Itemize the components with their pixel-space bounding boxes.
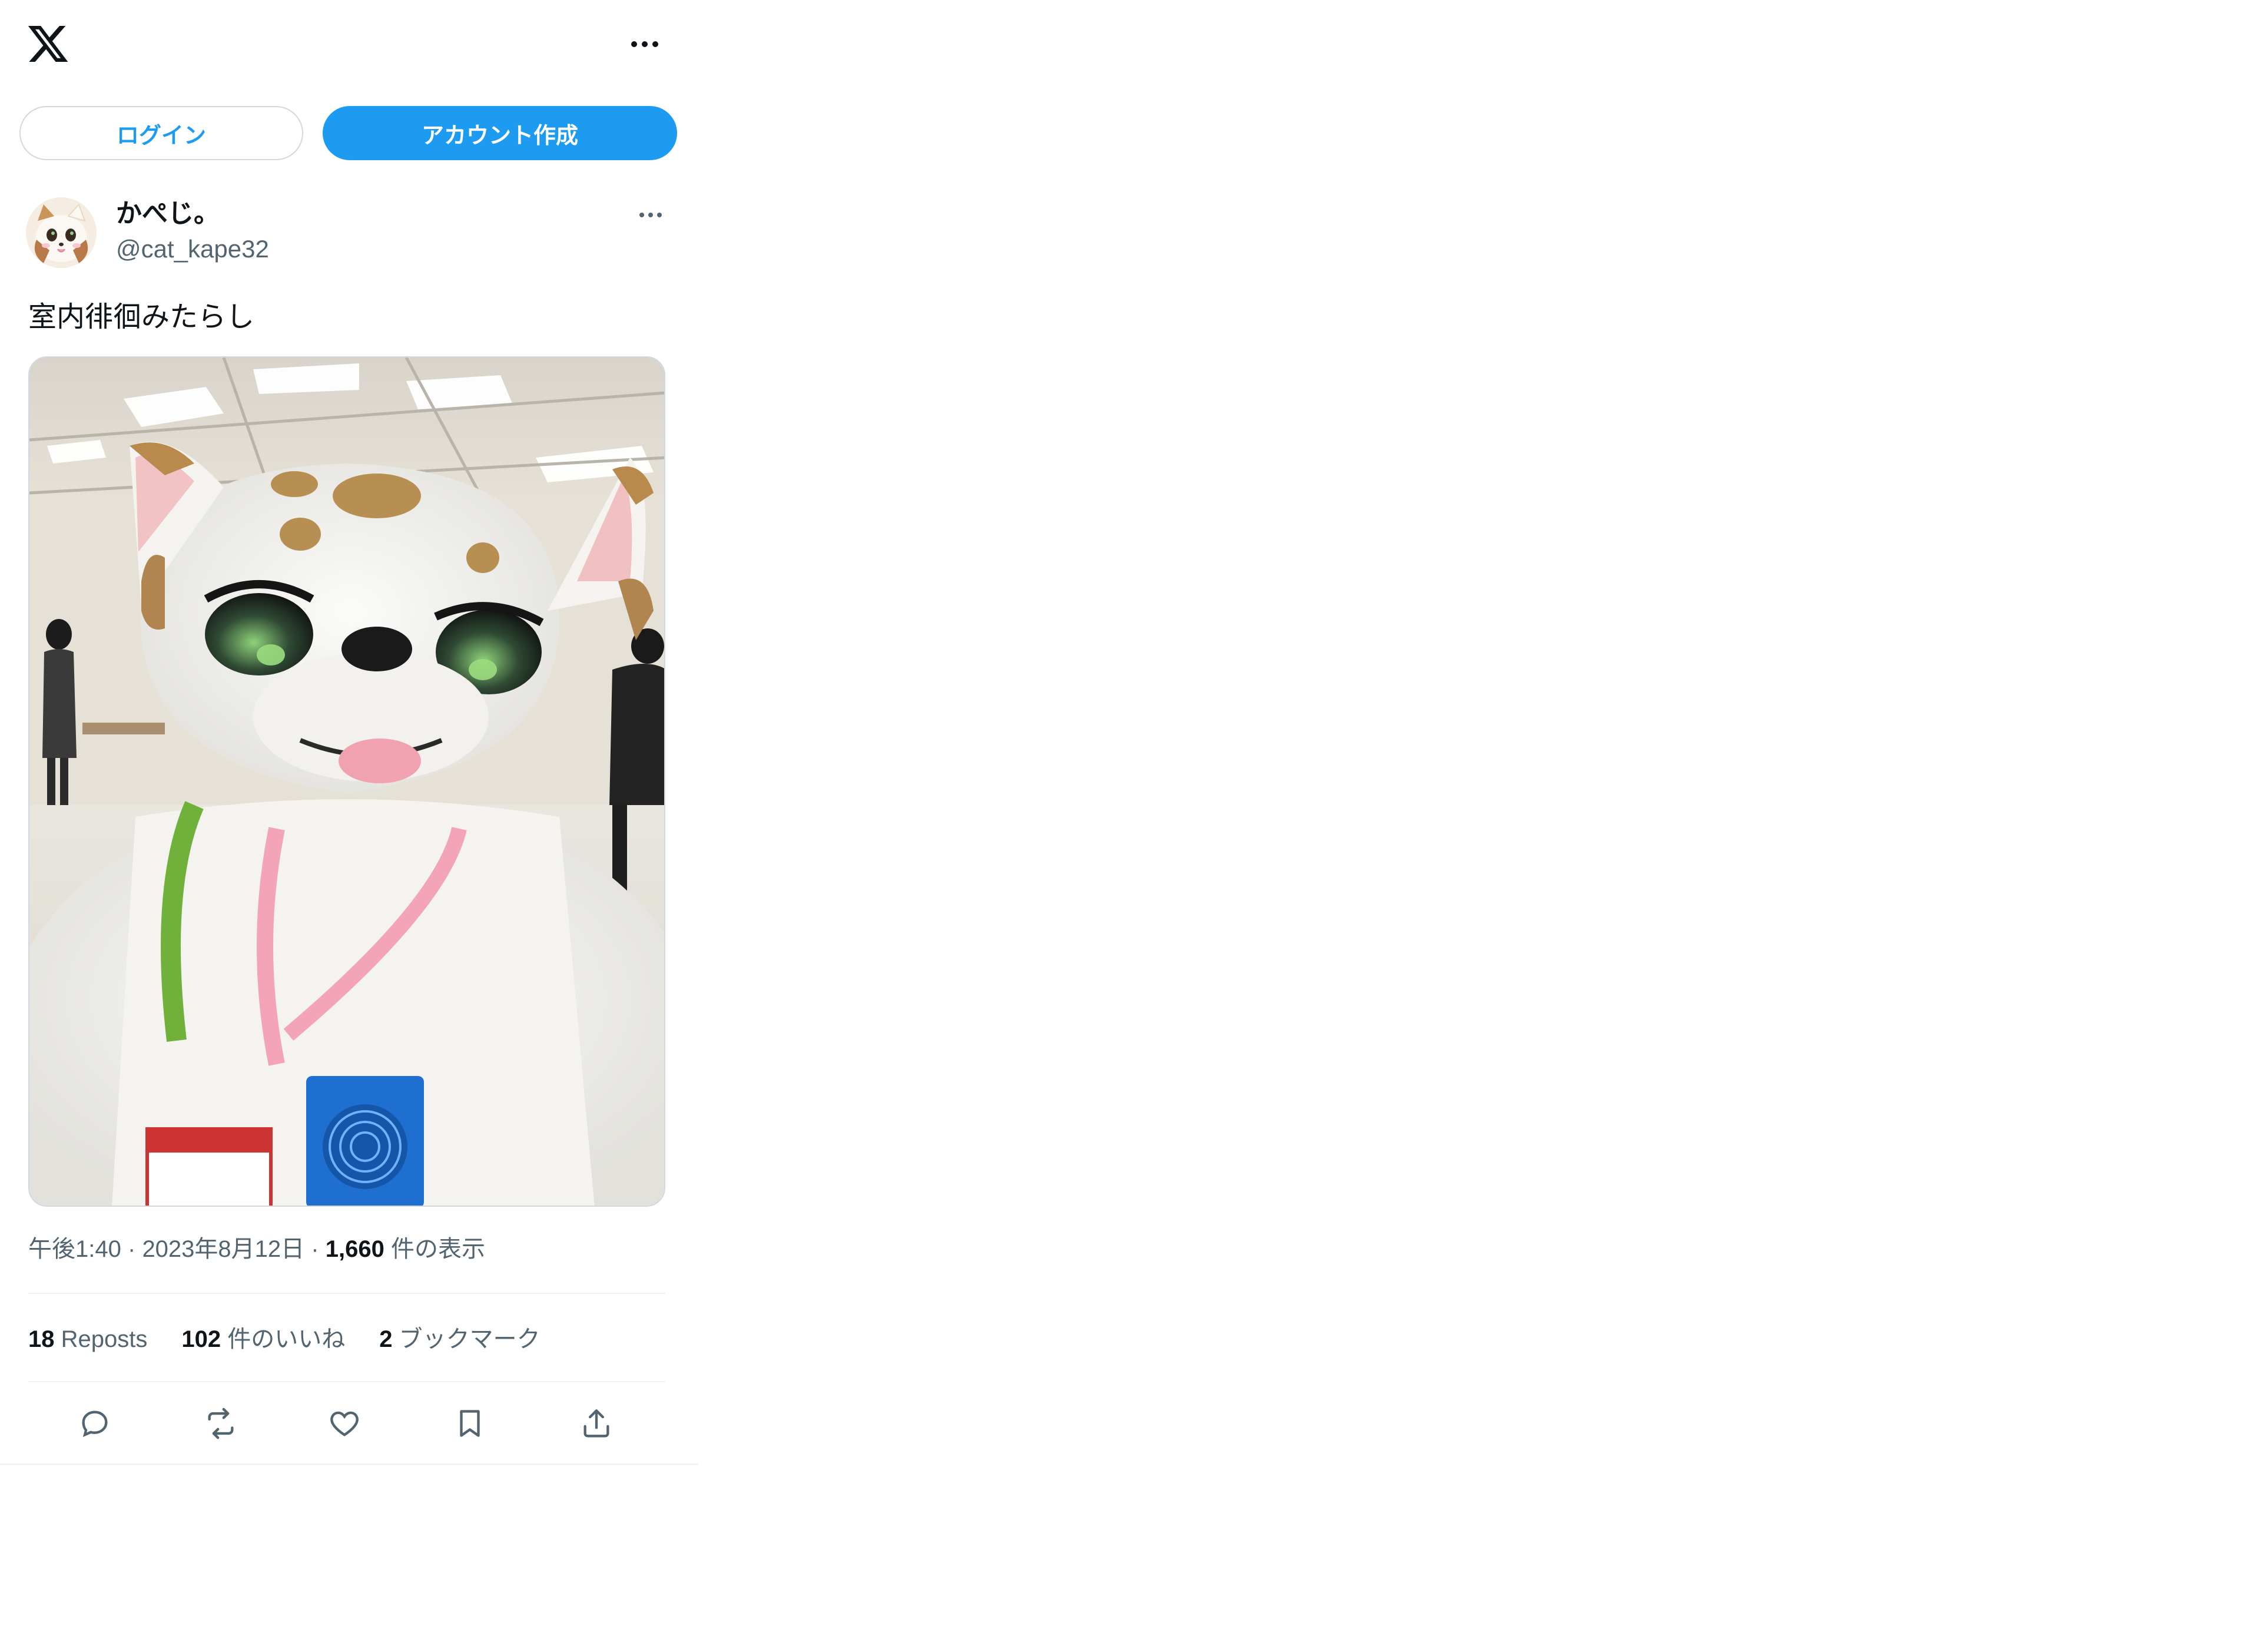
author-name[interactable]: かぺじ。 xyxy=(116,197,220,230)
repost-icon[interactable] xyxy=(200,1403,241,1444)
post-more-icon[interactable] xyxy=(636,200,665,230)
like-icon[interactable] xyxy=(324,1403,365,1444)
post-meta: 午後1:40 · 2023年8月12日 · 1,660 件の表示 xyxy=(28,1234,485,1264)
more-icon[interactable] xyxy=(624,29,665,59)
photo-image xyxy=(29,357,664,1206)
bottom-divider xyxy=(0,1464,698,1465)
divider xyxy=(28,1293,665,1294)
avatar-image xyxy=(26,197,97,268)
author-handle[interactable]: @cat_kape32 xyxy=(116,233,269,265)
post-text: 室内徘徊みたらし xyxy=(28,302,255,333)
post-photo[interactable] xyxy=(28,356,665,1207)
create-account-button[interactable]: アカウント作成 xyxy=(323,106,677,160)
post-time[interactable]: 午後1:40 xyxy=(28,1236,121,1262)
share-icon[interactable] xyxy=(576,1403,617,1444)
reposts-stat[interactable]: 18 Reposts xyxy=(28,1324,147,1355)
meta-separator: · xyxy=(311,1236,319,1262)
post-column: ログイン アカウント作成 かぺじ。 @cat_kape32 室内徘徊みたらし 午… xyxy=(0,0,698,1472)
views-count: 1,660 xyxy=(325,1236,384,1262)
bookmarks-stat[interactable]: 2 ブックマーク xyxy=(379,1324,540,1355)
reply-icon[interactable] xyxy=(74,1403,115,1444)
top-bar xyxy=(0,0,698,94)
views-label: 件の表示 xyxy=(390,1236,485,1262)
x-logo-icon[interactable] xyxy=(26,22,70,66)
post-date[interactable]: 2023年8月12日 xyxy=(142,1236,304,1262)
bookmark-icon[interactable] xyxy=(449,1403,490,1444)
divider xyxy=(28,1381,665,1382)
avatar[interactable] xyxy=(26,197,97,268)
meta-separator: · xyxy=(127,1236,136,1262)
likes-stat[interactable]: 102 件のいいね xyxy=(181,1324,345,1355)
login-button[interactable]: ログイン xyxy=(19,106,303,160)
post-stats: 18 Reposts 102 件のいいね 2 ブックマーク xyxy=(28,1324,541,1355)
